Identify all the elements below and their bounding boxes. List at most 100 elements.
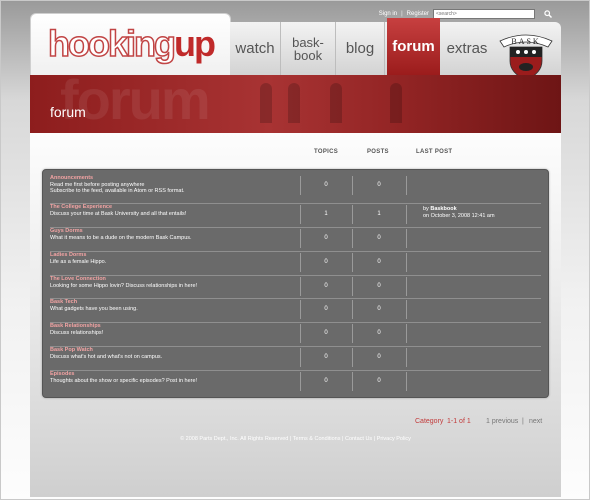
forum-title-link[interactable]: The Love Connection xyxy=(50,276,106,282)
nav-forum[interactable]: forum xyxy=(387,18,440,75)
column-divider xyxy=(406,229,407,248)
column-divider xyxy=(406,277,407,296)
banner-arch xyxy=(260,83,272,123)
column-divider xyxy=(300,205,301,224)
forum-row[interactable]: The College Experience Discuss your time … xyxy=(50,204,541,227)
nav-baskbook[interactable]: bask-book xyxy=(281,22,336,75)
pager-next[interactable]: next xyxy=(529,418,542,425)
topic-count: 0 xyxy=(324,306,328,312)
forum-row[interactable]: Episodes Thoughts about the show or speci… xyxy=(50,371,541,394)
forum-row[interactable]: Bask Pop Watch Discuss what's hot and wha… xyxy=(50,347,541,370)
pager-category-label: Category xyxy=(415,418,444,425)
forum-row[interactable]: Bask Tech What gadgets have you been usin… xyxy=(50,299,541,322)
col-posts: POSTS xyxy=(367,149,389,155)
forum-title-link[interactable]: Bask Tech xyxy=(50,299,77,305)
pager-previous-label[interactable]: 1 previous xyxy=(486,418,518,425)
column-divider xyxy=(406,205,407,224)
forum-row[interactable]: Guys Dorms What it means to be a dude on … xyxy=(50,228,541,251)
forum-banner: forum forum xyxy=(30,75,561,133)
footer-privacy-link[interactable]: Privacy Policy xyxy=(377,436,411,442)
column-divider xyxy=(300,277,301,296)
forum-title-link[interactable]: Guys Dorms xyxy=(50,228,83,234)
banner-arch xyxy=(390,83,402,123)
column-divider xyxy=(352,372,353,391)
nav-blog[interactable]: blog xyxy=(336,22,385,75)
search-input[interactable] xyxy=(433,9,535,19)
post-count: 0 xyxy=(377,354,381,360)
forum-title-link[interactable]: Announcements xyxy=(50,175,93,181)
topic-count: 0 xyxy=(324,182,328,188)
last-post-info: by Baskbook on October 3, 2008 12:41 am xyxy=(423,206,495,220)
forum-row[interactable]: The Love Connection Looking for some Hipp… xyxy=(50,276,541,299)
column-divider xyxy=(352,205,353,224)
post-count: 0 xyxy=(377,182,381,188)
forum-description: Subscribe to the feed, available in Atom… xyxy=(50,188,185,194)
footer: © 2008 Parts Dept., Inc. All Rights Rese… xyxy=(30,436,561,442)
forum-title-link[interactable]: The College Experience xyxy=(50,204,112,210)
column-divider xyxy=(352,348,353,367)
post-count: 0 xyxy=(377,283,381,289)
column-divider xyxy=(300,324,301,343)
post-count: 0 xyxy=(377,235,381,241)
col-last-post: LAST POST xyxy=(416,149,453,155)
topic-count: 0 xyxy=(324,330,328,336)
pager-next-label[interactable]: next xyxy=(529,418,542,425)
topic-count: 0 xyxy=(324,378,328,384)
nav-extras[interactable]: extras xyxy=(441,22,493,75)
post-count: 1 xyxy=(377,211,381,217)
pager-range-label: 1-1 of 1 xyxy=(447,418,471,425)
forum-content: TOPICS POSTS LAST POST Announcements Read… xyxy=(30,133,561,497)
forum-row[interactable]: Announcements Read me first before postin… xyxy=(50,175,541,198)
logo-part-hooking: hooking xyxy=(47,23,176,64)
forum-title-link[interactable]: Bask Pop Watch xyxy=(50,347,93,353)
banner-arch xyxy=(330,83,342,123)
post-count: 0 xyxy=(377,306,381,312)
bask-crest-logo: BASK xyxy=(496,27,556,82)
forum-title-link[interactable]: Bask Relationships xyxy=(50,323,101,329)
column-divider xyxy=(406,348,407,367)
signin-link[interactable]: Sign in xyxy=(379,11,397,17)
page: Sign in | Register hookingup watch bask-… xyxy=(30,0,561,497)
column-divider xyxy=(352,277,353,296)
footer-sep: | xyxy=(342,436,344,442)
topic-count: 0 xyxy=(324,235,328,241)
column-divider xyxy=(352,300,353,319)
forum-title-link[interactable]: Ladies Dorms xyxy=(50,252,86,258)
pager-previous[interactable]: 1 previous xyxy=(486,418,518,425)
search-icon[interactable] xyxy=(543,9,553,19)
column-divider xyxy=(406,176,407,195)
column-divider xyxy=(406,372,407,391)
col-topics: TOPICS xyxy=(314,149,339,155)
column-divider xyxy=(352,229,353,248)
last-post-user-link[interactable]: Baskbook xyxy=(430,206,456,212)
forum-title-link[interactable]: Episodes xyxy=(50,371,74,377)
nav-watch[interactable]: watch xyxy=(230,22,281,75)
column-divider xyxy=(352,324,353,343)
pager-separator: | xyxy=(522,418,524,425)
column-divider xyxy=(300,176,301,195)
column-divider xyxy=(406,253,407,272)
logo-part-up: up xyxy=(173,23,216,64)
separator: | xyxy=(401,11,403,17)
footer-contact-link[interactable]: Contact Us xyxy=(345,436,372,442)
forum-description: Life as a female Hippo. xyxy=(50,258,107,265)
column-divider xyxy=(300,253,301,272)
footer-sep: | xyxy=(373,436,376,442)
banner-arch xyxy=(288,83,300,123)
register-link[interactable]: Register xyxy=(407,11,429,17)
last-post-by: by xyxy=(423,206,429,212)
topic-count: 0 xyxy=(324,283,328,289)
footer-terms-link[interactable]: Terms & Conditions xyxy=(293,436,341,442)
forum-row[interactable]: Bask Relationships Discuss relationships!… xyxy=(50,323,541,346)
pager-range: 1-1 of 1 xyxy=(447,418,471,425)
hookingup-logo[interactable]: hookingup xyxy=(47,23,216,64)
topic-count: 0 xyxy=(324,259,328,265)
column-divider xyxy=(300,372,301,391)
footer-sep: | xyxy=(289,436,292,442)
forum-description: Discuss your time at Bask University and… xyxy=(50,210,187,217)
forum-description: Looking for some Hippo lovin? Discuss re… xyxy=(50,282,198,289)
column-divider xyxy=(406,300,407,319)
forum-row[interactable]: Ladies Dorms Life as a female Hippo. 0 0 xyxy=(50,252,541,275)
forum-description: What it means to be a dude on the modern… xyxy=(50,234,192,241)
pager-sep: | xyxy=(522,418,524,425)
